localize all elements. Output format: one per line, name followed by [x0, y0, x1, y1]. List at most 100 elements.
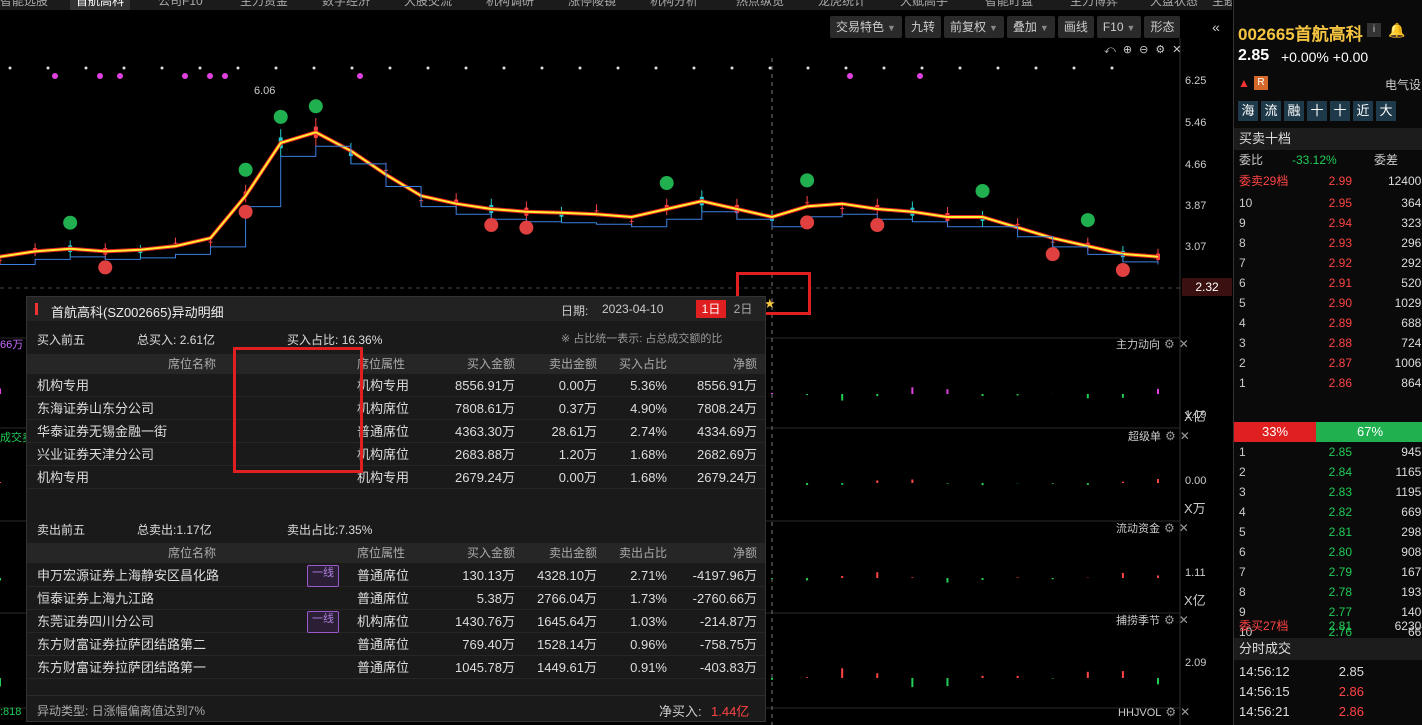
close-icon[interactable]: ✕ — [1179, 613, 1189, 627]
order-level-row[interactable]: 3 2.83 11953 — [1234, 482, 1422, 502]
first-line-badge[interactable]: 一线 — [307, 611, 339, 633]
table-row[interactable]: 机构专用 机构专用 8556.91万 0.00万 5.36% 8556.91万 — [27, 375, 765, 397]
table-row[interactable]: 兴业证券天津分公司 机构席位 2683.88万 1.20万 1.68% 2682.69万 — [27, 444, 765, 466]
tab-item[interactable]: 智能选股 — [0, 0, 48, 10]
tab-item[interactable]: 首航高科 — [70, 0, 131, 10]
tab-item[interactable]: 主力博弈 — [1070, 0, 1118, 10]
gear-icon[interactable]: ⚙ — [1164, 337, 1175, 351]
level-volume: 2928 — [1401, 256, 1422, 270]
table-row[interactable]: 东方财富证券拉萨团结路第二 普通席位 769.40万 1528.14万 0.96% -75… — [27, 634, 765, 656]
order-level-row[interactable]: 2 2.87 10067 — [1234, 353, 1422, 373]
super-order-bar — [1051, 483, 1054, 484]
toolbar-button[interactable]: 九转 — [904, 16, 941, 38]
panel-title-liquidity[interactable]: 流动资金 ⚙ ✕ — [1116, 520, 1189, 536]
tab-2-day[interactable]: 2日 — [731, 300, 755, 318]
table-row[interactable]: 机构专用 机构专用 2679.24万 0.00万 1.68% 2679.24万 — [27, 467, 765, 489]
sector-label[interactable]: 电气设 — [1385, 76, 1421, 93]
tab-1-day[interactable]: 1日 — [696, 300, 726, 318]
order-level-row[interactable]: 2 2.84 11651 — [1234, 462, 1422, 482]
order-level-row[interactable]: 7 2.79 1672 — [1234, 562, 1422, 582]
candle-body — [173, 242, 178, 244]
tab-item[interactable]: 涨停陵镜 — [568, 0, 616, 10]
order-level-row[interactable]: 4 2.89 6889 — [1234, 313, 1422, 333]
warning-icon[interactable]: ▲ — [1238, 76, 1250, 90]
order-level-row[interactable]: 8 2.93 2961 — [1234, 233, 1422, 253]
panel-title-super-order[interactable]: 超级单 ⚙ ✕ — [1128, 428, 1190, 444]
stock-tag[interactable]: 流 — [1261, 101, 1281, 121]
seat-name: 东方财富证券拉萨团结路第一 — [37, 660, 207, 675]
stock-tag[interactable]: 十 — [1307, 101, 1327, 121]
order-level-row[interactable]: 7 2.92 2928 — [1234, 253, 1422, 273]
popup-header: 首航高科(SZ002665)异动明细 日期: 2023-04-10 1日 2日 — [27, 297, 765, 321]
table-row[interactable]: 东海证券山东分公司 机构席位 7808.61万 0.37万 4.90% 7808.24万 — [27, 398, 765, 420]
tab-item[interactable]: 主力资金 — [240, 0, 288, 10]
tab-item[interactable]: 龙虎统计 — [818, 0, 866, 10]
panel-title-fishing[interactable]: 捕捞季节 ⚙ ✕ — [1116, 612, 1189, 628]
stock-tag[interactable]: 十 — [1330, 101, 1350, 121]
toolbar-button[interactable]: 交易特色 ▼ — [830, 16, 902, 38]
info-icon[interactable]: i — [1367, 23, 1381, 37]
stock-tag[interactable]: 近 — [1353, 101, 1373, 121]
bell-icon[interactable]: 🔔 — [1388, 22, 1405, 39]
dot-marker — [730, 66, 734, 70]
stock-tag[interactable]: 大 — [1376, 101, 1396, 121]
chart-controls[interactable]: ⤺ ⊕ ⊖ ⚙ ✕ — [1104, 43, 1184, 57]
gear-icon[interactable]: ⚙ — [1164, 521, 1175, 535]
order-level-row[interactable]: 1 2.85 9452 — [1234, 442, 1422, 462]
order-level-row[interactable]: 5 2.90 10296 — [1234, 293, 1422, 313]
price-axis-label: 6.25 — [1185, 75, 1207, 87]
table-row[interactable]: 东方财富证券拉萨团结路第一 普通席位 1045.78万 1449.61万 0.91% -4… — [27, 657, 765, 679]
liquidity-bar — [981, 578, 984, 581]
order-level-row[interactable]: 5 2.81 2987 — [1234, 522, 1422, 542]
seat-name: 东海证券山东分公司 — [37, 401, 155, 416]
level-price: 2.89 — [1328, 316, 1352, 330]
first-line-badge[interactable]: 一线 — [307, 565, 339, 587]
toolbar-button[interactable]: 形态 — [1144, 16, 1181, 38]
tab-item[interactable]: 公司F10 — [158, 0, 203, 10]
collapse-icon[interactable]: « — [1206, 16, 1226, 38]
tab-item[interactable]: 热点纵览 — [736, 0, 784, 10]
toolbar-button[interactable]: F10 ▼ — [1096, 16, 1142, 38]
gear-icon[interactable]: ⚙ — [1165, 705, 1176, 719]
tab-item[interactable]: 大赋高手 — [900, 0, 948, 10]
table-row[interactable]: 恒泰证券上海九江路 普通席位 5.38万 2766.04万 1.73% -2760.66万 — [27, 588, 765, 610]
tab-item[interactable]: 智能盯盘 — [985, 0, 1033, 10]
tab-item[interactable]: 机构分析 — [650, 0, 698, 10]
toolbar-button[interactable]: 画线 — [1057, 16, 1094, 38]
toolbar-button[interactable]: 前复权 ▼ — [943, 16, 1004, 38]
table-row[interactable]: 东莞证券四川分公司 机构席位 1430.76万 1645.64万 1.03% -214.8… — [27, 611, 765, 633]
level-num: 2 — [1239, 465, 1246, 479]
order-level-row[interactable]: 4 2.82 6693 — [1234, 502, 1422, 522]
tab-item[interactable]: 大股交流 — [404, 0, 452, 10]
gear-icon[interactable]: ⚙ — [1164, 613, 1175, 627]
panel-title-hhjvol[interactable]: HHJVOL ⚙ ✕ — [1118, 705, 1190, 719]
tab-item[interactable]: 数字经济 — [322, 0, 370, 10]
toolbar-button[interactable]: 叠加 ▼ — [1006, 16, 1055, 38]
order-level-row[interactable]: 9 2.94 3230 — [1234, 213, 1422, 233]
sell-section-title: 卖出前五 — [37, 523, 86, 537]
order-level-row[interactable]: 3 2.88 7247 — [1234, 333, 1422, 353]
close-icon[interactable]: ✕ — [1180, 705, 1190, 719]
highlight-box-redacted — [233, 347, 363, 473]
order-level-row[interactable]: 10 2.95 3645 — [1234, 193, 1422, 213]
order-level-row[interactable]: 1 2.86 8645 — [1234, 373, 1422, 393]
table-row[interactable]: 申万宏源证券上海静安区昌化路 普通席位 130.13万 4328.10万 2.71% -4… — [27, 565, 765, 587]
order-level-row[interactable]: 8 2.78 1931 — [1234, 582, 1422, 602]
liquidity-bar — [1051, 578, 1054, 580]
order-level-row[interactable]: 6 2.91 5207 — [1234, 273, 1422, 293]
close-icon[interactable]: ✕ — [1180, 429, 1190, 443]
gear-icon[interactable]: ⚙ — [1165, 429, 1176, 443]
stock-tag[interactable]: 融 — [1284, 101, 1304, 121]
dot-marker — [996, 66, 1000, 70]
r-badge-icon[interactable]: R — [1254, 76, 1268, 90]
tab-item[interactable]: 大盘状态 — [1150, 0, 1198, 10]
panel-title-main-force[interactable]: 主力动向 ⚙ ✕ — [1116, 336, 1189, 352]
level-volume: 1672 — [1401, 565, 1422, 579]
tab-item[interactable]: 主题挖掘 — [1212, 0, 1232, 10]
order-level-row[interactable]: 6 2.80 9087 — [1234, 542, 1422, 562]
stock-tag[interactable]: 海 — [1238, 101, 1258, 121]
tab-item[interactable]: 机构调研 — [486, 0, 534, 10]
close-icon[interactable]: ✕ — [1179, 521, 1189, 535]
table-row[interactable]: 华泰证券无锡金融一街 普通席位 4363.30万 28.61万 2.74% 4334.69… — [27, 421, 765, 443]
close-icon[interactable]: ✕ — [1179, 337, 1189, 351]
